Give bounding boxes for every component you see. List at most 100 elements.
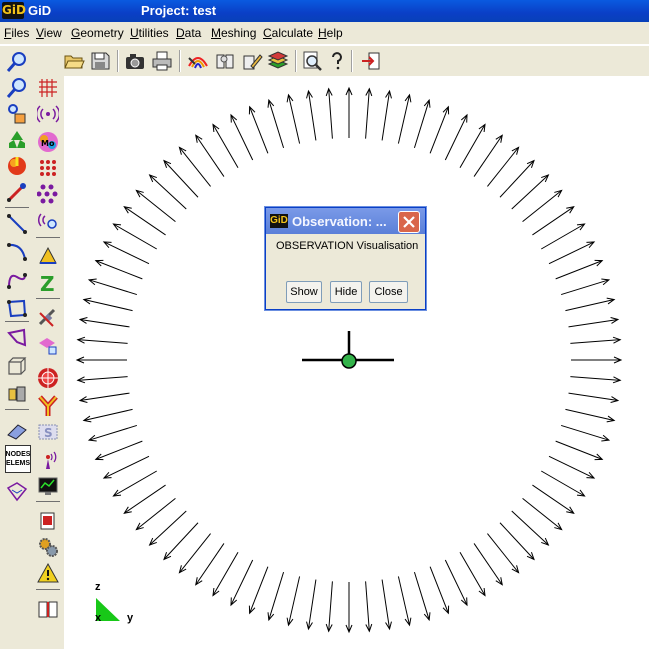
create-spline-icon[interactable] bbox=[5, 268, 29, 292]
observation-arrow bbox=[135, 189, 176, 222]
observation-arrow bbox=[148, 510, 187, 546]
menu-files[interactable]: Files bbox=[4, 26, 29, 40]
zoom-in-icon[interactable] bbox=[5, 50, 29, 74]
antenna-icon[interactable] bbox=[36, 448, 60, 472]
camera-icon[interactable] bbox=[123, 49, 147, 73]
mesh-grid-icon[interactable] bbox=[36, 76, 60, 100]
satellite-icon[interactable] bbox=[36, 306, 60, 330]
radio-waves-icon[interactable] bbox=[36, 102, 60, 126]
create-surface-icon[interactable] bbox=[5, 296, 29, 320]
open-folder-icon[interactable] bbox=[62, 49, 86, 73]
help-question-icon[interactable] bbox=[325, 49, 349, 73]
target-icon[interactable] bbox=[36, 366, 60, 390]
rainbow-render-icon[interactable] bbox=[186, 49, 210, 73]
y-shape-icon[interactable] bbox=[36, 394, 60, 418]
observation-arrow bbox=[570, 336, 622, 344]
observation-arrow bbox=[413, 571, 431, 622]
observation-arrow bbox=[397, 93, 412, 144]
svg-text:Mo: Mo bbox=[41, 139, 55, 148]
z-axis-icon[interactable]: Z bbox=[36, 271, 60, 295]
observation-arrow bbox=[548, 455, 596, 479]
dialog-label: OBSERVATION Visualisation bbox=[276, 240, 419, 252]
book-icon[interactable] bbox=[36, 597, 60, 621]
observation-arrow bbox=[248, 105, 269, 154]
hide-button[interactable]: Hide bbox=[330, 281, 362, 303]
warning-icon[interactable] bbox=[36, 561, 60, 585]
menu-view[interactable]: View bbox=[36, 26, 62, 40]
observation-arrow bbox=[555, 440, 604, 461]
zoom-frame-icon[interactable] bbox=[5, 102, 29, 126]
observation-arrow bbox=[548, 241, 596, 265]
menu-utilities[interactable]: Utilities bbox=[130, 26, 169, 40]
svg-text:S: S bbox=[44, 426, 53, 440]
observation-arrows-drawing bbox=[75, 86, 623, 634]
graphics-canvas[interactable] bbox=[64, 76, 649, 649]
gears-icon[interactable] bbox=[36, 535, 60, 559]
menu-meshing[interactable]: Meshing bbox=[211, 26, 256, 40]
observation-arrow bbox=[325, 87, 333, 139]
observation-arrow bbox=[78, 317, 130, 328]
save-disk-icon[interactable] bbox=[88, 49, 112, 73]
observation-arrow bbox=[230, 113, 254, 161]
signal-search-icon[interactable] bbox=[36, 209, 60, 233]
stop-card-icon[interactable] bbox=[36, 509, 60, 533]
observation-arrow bbox=[565, 297, 616, 312]
hex-matrix-icon[interactable] bbox=[36, 182, 60, 206]
menu-help[interactable]: Help bbox=[318, 26, 343, 40]
menu-geometry[interactable]: Geometry bbox=[71, 26, 124, 40]
create-arc-icon[interactable] bbox=[5, 239, 29, 263]
zoom-page-icon[interactable] bbox=[300, 49, 324, 73]
layers-stack-icon[interactable] bbox=[266, 49, 290, 73]
observation-arrow bbox=[123, 484, 166, 514]
menu-calculate[interactable]: Calculate bbox=[263, 26, 313, 40]
dialog-titlebar[interactable]: GiD Observation: ... bbox=[266, 208, 425, 234]
axis-label-y: y bbox=[127, 612, 134, 624]
observation-arrow bbox=[429, 105, 450, 154]
observation-arrow bbox=[532, 206, 575, 236]
boundary-conditions-icon[interactable] bbox=[36, 244, 60, 268]
dot-matrix-icon[interactable] bbox=[36, 156, 60, 180]
observation-arrow bbox=[112, 223, 157, 250]
render-sphere-icon[interactable] bbox=[5, 154, 29, 178]
observation-arrow bbox=[560, 424, 611, 442]
observation-arrow bbox=[381, 89, 392, 141]
left-toolbar-separator bbox=[5, 207, 29, 208]
show-button[interactable]: Show bbox=[286, 281, 322, 303]
layers-book-icon[interactable] bbox=[213, 49, 237, 73]
layers-pencil-icon[interactable] bbox=[240, 49, 264, 73]
toolbar-separator bbox=[117, 50, 119, 72]
app-name: GiD bbox=[28, 3, 52, 18]
materials-icon[interactable]: Mo bbox=[36, 130, 60, 154]
menu-data[interactable]: Data bbox=[176, 26, 201, 40]
observation-arrow bbox=[94, 440, 143, 461]
main-toolbar bbox=[34, 46, 649, 76]
observation-arrow bbox=[522, 189, 563, 222]
observation-arrow bbox=[565, 408, 616, 423]
toolbar-separator bbox=[295, 50, 297, 72]
graph-monitor-icon[interactable] bbox=[36, 474, 60, 498]
window-titlebar[interactable]: GiD GiD Project: test bbox=[0, 0, 649, 22]
eraser-icon[interactable] bbox=[5, 418, 29, 442]
exit-door-icon[interactable] bbox=[359, 49, 383, 73]
close-button[interactable]: Close bbox=[369, 281, 408, 303]
gid-logo-icon: GiD bbox=[270, 214, 288, 228]
create-polygon-icon[interactable] bbox=[5, 326, 29, 350]
dialog-close-button[interactable] bbox=[398, 211, 420, 233]
nodes-label: NODES bbox=[5, 451, 31, 458]
diamond-pencil-icon[interactable] bbox=[36, 334, 60, 358]
zoom-out-icon[interactable] bbox=[5, 76, 29, 100]
nodes-elems-icon[interactable]: NODES ELEMS bbox=[5, 445, 31, 473]
left-toolbar-separator bbox=[36, 237, 60, 238]
create-line-icon[interactable] bbox=[5, 212, 29, 236]
observation-arrow bbox=[473, 543, 503, 586]
axis-label-z: z bbox=[95, 581, 101, 593]
observation-arrow bbox=[87, 278, 138, 296]
observation-arrow bbox=[571, 356, 623, 364]
copy-objects-icon[interactable] bbox=[5, 382, 29, 406]
rotate-arrow-icon[interactable] bbox=[5, 180, 29, 204]
redraw-recycle-icon[interactable] bbox=[5, 128, 29, 152]
printer-icon[interactable] bbox=[150, 49, 174, 73]
create-volume-icon[interactable] bbox=[5, 354, 29, 378]
s-symbol-icon[interactable]: S bbox=[36, 420, 60, 444]
list-entities-icon[interactable] bbox=[5, 479, 29, 503]
